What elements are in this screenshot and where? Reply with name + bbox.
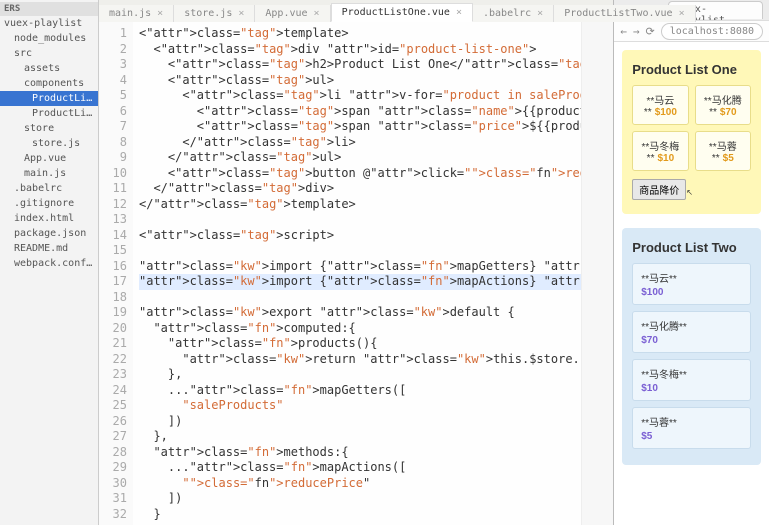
product-item: **马蓉**$5 — [695, 131, 751, 171]
file-tree-item[interactable]: store.js — [0, 136, 98, 151]
file-tree-item[interactable]: README.md — [0, 241, 98, 256]
file-tree-item[interactable]: ProductListTwo.vue — [0, 106, 98, 121]
file-tree-item[interactable]: App.vue — [0, 151, 98, 166]
tab-label: main.js — [109, 8, 151, 19]
product-price: $100 — [655, 107, 677, 118]
list-two-title: Product List Two — [632, 240, 751, 255]
product-item: **马云** $100 — [632, 263, 751, 305]
file-tree-item[interactable]: vuex-playlist — [0, 16, 98, 31]
tab-close-icon[interactable]: × — [157, 8, 163, 19]
browser-page[interactable]: Product List One **马云** $100 **马化腾** $70 **马… — [614, 42, 769, 525]
file-tree-item[interactable]: ProductListOne.vue — [0, 91, 98, 106]
url-input[interactable]: localhost:8080 — [661, 23, 763, 40]
reduce-price-button[interactable]: 商品降价 — [632, 179, 686, 200]
product-price: $10 — [641, 383, 742, 394]
product-name: **马冬梅** — [641, 370, 687, 381]
tab-label: ProductListTwo.vue — [564, 8, 672, 19]
code-editor[interactable]: 1234567891011121314151617181920212223242… — [99, 22, 613, 525]
file-tree-item[interactable]: main.js — [0, 166, 98, 181]
product-price: $5 — [641, 431, 742, 442]
tab-close-icon[interactable]: × — [537, 8, 543, 19]
file-tree-item[interactable]: components — [0, 76, 98, 91]
url-text: localhost:8080 — [670, 26, 754, 37]
editor-tab[interactable]: .babelrc × — [473, 5, 554, 22]
product-price: $70 — [720, 107, 737, 118]
file-tree-item[interactable]: index.html — [0, 211, 98, 226]
product-price: $5 — [723, 153, 734, 164]
product-list-one: Product List One **马云**$100**马化腾**$70**马… — [622, 50, 761, 214]
tab-label: App.vue — [265, 8, 307, 19]
file-tree-item[interactable]: store — [0, 121, 98, 136]
file-tree-item[interactable]: src — [0, 46, 98, 61]
product-list-two: Product List Two **马云**$100**马化腾**$70**马… — [622, 228, 761, 465]
editor-tab[interactable]: main.js × — [99, 5, 174, 22]
reduce-price-label: 商品降价 — [639, 186, 679, 197]
cursor-icon: ↖ — [686, 188, 693, 197]
nav-back-icon[interactable]: ← — [620, 25, 627, 38]
file-tree-item[interactable]: .gitignore — [0, 196, 98, 211]
file-explorer: ERS vuex-playlistnode_modulessrcassetsco… — [0, 0, 99, 525]
product-item: **马化腾** $70 — [632, 311, 751, 353]
product-name: **马化腾** — [641, 322, 687, 333]
tab-close-icon[interactable]: × — [679, 8, 685, 19]
explorer-header: ERS — [0, 2, 98, 16]
editor-pane: main.js×store.js×App.vue×ProductListOne.… — [99, 0, 613, 525]
product-item: **马云**$100 — [632, 85, 688, 125]
editor-tab[interactable]: App.vue × — [255, 5, 330, 22]
product-name: **马云** — [641, 274, 677, 285]
product-item: **马蓉** $5 — [632, 407, 751, 449]
line-gutter: 1234567891011121314151617181920212223242… — [99, 22, 133, 525]
code-area[interactable]: <"attr">class="tag">template> <"attr">cl… — [133, 22, 613, 525]
tab-close-icon[interactable]: × — [314, 8, 320, 19]
editor-tab[interactable]: store.js × — [174, 5, 255, 22]
browser-preview: vuex-playlist ← → ⟳ localhost:8080 Produ… — [613, 0, 769, 525]
editor-tab[interactable]: ProductListTwo.vue × — [554, 5, 695, 22]
nav-reload-icon[interactable]: ⟳ — [645, 25, 654, 38]
tab-label: .babelrc — [483, 8, 531, 19]
product-price: $10 — [657, 153, 674, 164]
file-tree-item[interactable]: webpack.config.js — [0, 256, 98, 271]
tab-close-icon[interactable]: × — [238, 8, 244, 19]
product-price: $70 — [641, 335, 742, 346]
file-tree-item[interactable]: node_modules — [0, 31, 98, 46]
minimap[interactable] — [581, 22, 613, 525]
file-tree-item[interactable]: assets — [0, 61, 98, 76]
file-tree-item[interactable]: package.json — [0, 226, 98, 241]
tab-close-icon[interactable]: × — [456, 7, 462, 18]
editor-tabs: main.js×store.js×App.vue×ProductListOne.… — [99, 0, 613, 22]
product-item: **马化腾**$70 — [695, 85, 751, 125]
tab-label: store.js — [184, 8, 232, 19]
tab-label: ProductListOne.vue — [342, 7, 450, 18]
nav-forward-icon[interactable]: → — [633, 25, 640, 38]
file-tree-item[interactable]: .babelrc — [0, 181, 98, 196]
product-price: $100 — [641, 287, 742, 298]
product-item: **马冬梅**$10 — [632, 131, 688, 171]
product-name: **马蓉** — [641, 418, 677, 429]
editor-tab[interactable]: ProductListOne.vue × — [331, 3, 473, 22]
product-item: **马冬梅** $10 — [632, 359, 751, 401]
list-one-title: Product List One — [632, 62, 751, 77]
browser-toolbar: ← → ⟳ localhost:8080 — [614, 20, 769, 42]
